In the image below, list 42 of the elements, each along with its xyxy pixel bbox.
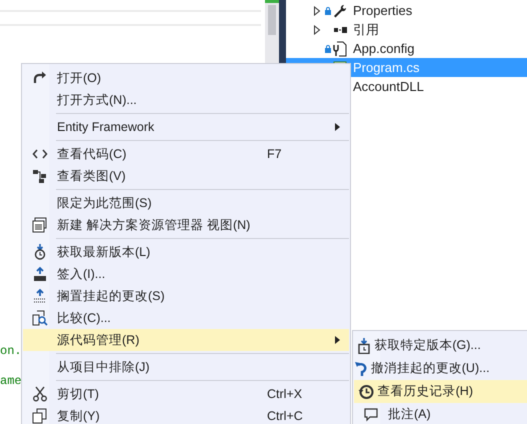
code-text: ame bbox=[0, 374, 22, 388]
menu-item[interactable]: 查看代码(C) F7 bbox=[23, 143, 349, 165]
upload-dotted-icon bbox=[32, 288, 48, 304]
config-file-icon bbox=[333, 40, 347, 56]
copy-icon bbox=[32, 408, 48, 424]
menu-item[interactable]: 打开方式(N)... bbox=[23, 89, 349, 111]
lock-icon bbox=[325, 6, 331, 14]
upload-icon bbox=[32, 266, 48, 282]
menu-item[interactable]: 限定为此范围(S) bbox=[23, 192, 349, 214]
submenu-arrow-icon bbox=[335, 123, 340, 131]
download-clock-icon bbox=[356, 338, 372, 354]
scissors-icon bbox=[32, 386, 48, 402]
menu-item[interactable]: 批注(A) bbox=[354, 403, 527, 424]
history-clock-icon bbox=[358, 384, 374, 400]
download-clock-icon bbox=[32, 244, 48, 260]
tree-item[interactable]: Properties bbox=[286, 1, 527, 20]
menu-item[interactable]: 签入(I)... bbox=[23, 263, 349, 285]
menu-item[interactable]: 复制(Y) Ctrl+C bbox=[23, 405, 349, 424]
menu-item[interactable]: 获取最新版本(L) bbox=[23, 241, 349, 263]
menu-item[interactable]: 搁置挂起的更改(S) bbox=[23, 285, 349, 307]
class-diagram-icon bbox=[32, 168, 48, 184]
menu-item[interactable]: 剪切(T) Ctrl+X bbox=[23, 383, 349, 405]
compare-search-icon bbox=[32, 310, 48, 326]
redo-arrow-icon bbox=[32, 70, 48, 86]
menu-item-highlighted[interactable]: 源代码管理(R) bbox=[23, 329, 349, 351]
lock-icon bbox=[325, 44, 331, 52]
menu-item[interactable]: Entity Framework bbox=[23, 116, 349, 138]
menu-item-highlighted[interactable]: 查看历史记录(H) bbox=[354, 380, 527, 403]
submenu-arrow-icon bbox=[335, 336, 340, 344]
menu-item[interactable]: 比较(C)... bbox=[23, 307, 349, 329]
tree-item[interactable]: App.config bbox=[286, 39, 527, 58]
menu-item[interactable]: 新建 解决方案资源管理器 视图(N) bbox=[23, 214, 349, 236]
tree-item[interactable]: 引用 bbox=[286, 20, 527, 39]
menu-item[interactable]: 撤消挂起的更改(U)... bbox=[354, 357, 527, 380]
scroll-thumb[interactable] bbox=[268, 5, 276, 35]
code-text: on. bbox=[0, 344, 22, 358]
menu-item[interactable]: 查看类图(V) bbox=[23, 165, 349, 187]
speech-bubble-icon bbox=[363, 406, 379, 422]
menu-item[interactable]: 获取特定版本(G)... bbox=[354, 334, 527, 357]
wrench-icon bbox=[333, 4, 347, 18]
window-list-icon bbox=[32, 217, 48, 233]
menu-item[interactable]: 从项目中排除(J) bbox=[23, 356, 349, 378]
